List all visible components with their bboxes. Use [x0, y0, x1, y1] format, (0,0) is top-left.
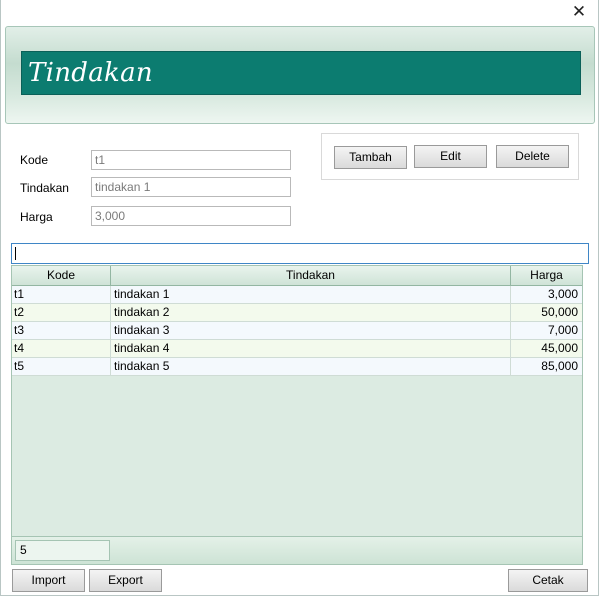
table-row[interactable]: t3 tindakan 3 7,000	[12, 322, 582, 340]
column-header-tindakan[interactable]: Tindakan	[111, 266, 511, 285]
grid-footer: 5	[12, 536, 582, 564]
column-header-kode[interactable]: Kode	[12, 266, 111, 285]
action-button-group: Tambah Edit Delete	[321, 133, 579, 180]
cell-tindakan: tindakan 5	[111, 358, 511, 375]
table-row[interactable]: t5 tindakan 5 85,000	[12, 358, 582, 376]
row-count: 5	[15, 540, 110, 561]
tindakan-label: Tindakan	[20, 181, 69, 195]
export-button[interactable]: Export	[89, 569, 162, 592]
cell-kode: t2	[12, 304, 111, 321]
table-row[interactable]: t2 tindakan 2 50,000	[12, 304, 582, 322]
cell-harga: 7,000	[547, 323, 578, 337]
tambah-button[interactable]: Tambah	[334, 146, 407, 169]
cell-kode: t4	[12, 340, 111, 357]
app-window: ✕ Tindakan Kode t1 Tindakan tindakan 1 H…	[0, 0, 599, 596]
cell-tindakan: tindakan 3	[111, 322, 511, 339]
delete-button[interactable]: Delete	[496, 145, 569, 168]
cell-harga: 3,000	[547, 287, 578, 301]
tindakan-field[interactable]: tindakan 1	[91, 177, 291, 197]
kode-label: Kode	[20, 153, 49, 167]
cell-kode: t1	[12, 286, 111, 303]
close-icon[interactable]: ✕	[570, 3, 588, 21]
data-grid[interactable]: Kode Tindakan Harga t1 tindakan 1 3,000 …	[11, 265, 583, 565]
cetak-button[interactable]: Cetak	[508, 569, 588, 592]
table-row[interactable]: t1 tindakan 1 3,000	[12, 286, 582, 304]
import-button[interactable]: Import	[12, 569, 85, 592]
edit-button[interactable]: Edit	[414, 145, 487, 168]
page-title: Tindakan	[28, 58, 153, 88]
search-input[interactable]	[11, 243, 589, 264]
cell-kode: t3	[12, 322, 111, 339]
cell-harga: 85,000	[541, 359, 578, 373]
cell-tindakan: tindakan 1	[111, 286, 511, 303]
cell-harga: 50,000	[541, 305, 578, 319]
grid-header: Kode Tindakan Harga	[12, 266, 582, 286]
title-bar: Tindakan	[21, 51, 581, 95]
cell-tindakan: tindakan 4	[111, 340, 511, 357]
harga-field[interactable]: 3,000	[91, 206, 291, 226]
text-caret	[15, 247, 16, 260]
cell-tindakan: tindakan 2	[111, 304, 511, 321]
header-panel: Tindakan	[5, 26, 595, 124]
grid-rows: t1 tindakan 1 3,000 t2 tindakan 2 50,000…	[12, 286, 582, 376]
cell-kode: t5	[12, 358, 111, 375]
kode-field[interactable]: t1	[91, 150, 291, 170]
column-header-harga[interactable]: Harga	[511, 266, 582, 285]
harga-label: Harga	[20, 210, 53, 224]
cell-harga: 45,000	[541, 341, 578, 355]
table-row[interactable]: t4 tindakan 4 45,000	[12, 340, 582, 358]
